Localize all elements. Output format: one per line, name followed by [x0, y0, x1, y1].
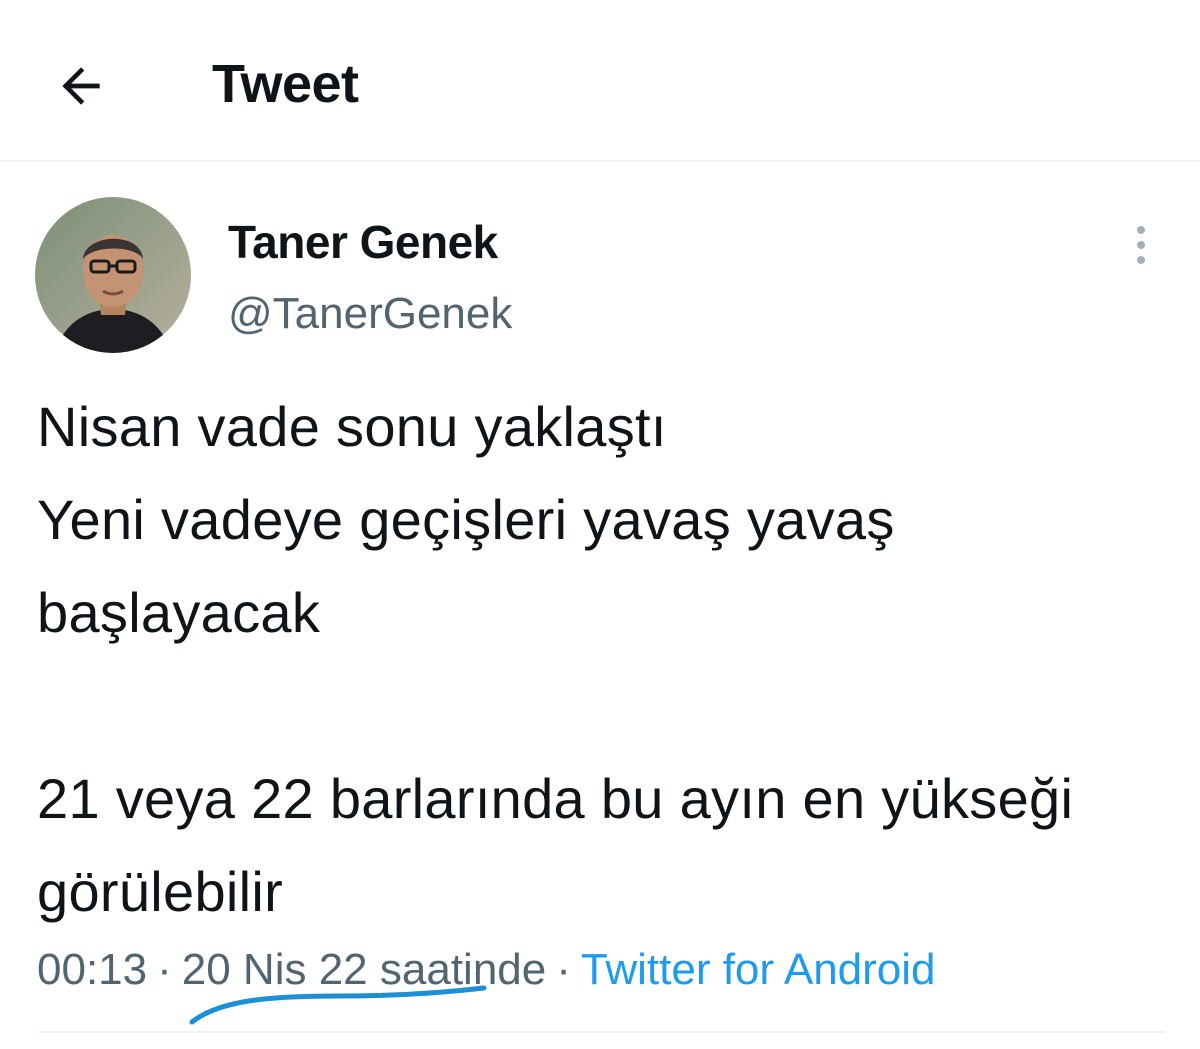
arrow-left-icon [62, 67, 100, 105]
meta-separator: · [157, 945, 172, 994]
author-handle[interactable]: @TanerGenek [228, 286, 512, 342]
tweet-page: Tweet Taner Genek @TanerGenek Nisan vade… [0, 0, 1200, 1049]
back-button[interactable] [50, 55, 112, 117]
page-title: Tweet [212, 54, 359, 114]
more-dot-icon [1137, 241, 1145, 249]
more-dot-icon [1137, 256, 1145, 264]
author-display-name[interactable]: Taner Genek [228, 214, 498, 270]
top-bar: Tweet [0, 0, 1200, 162]
meta-separator: · [556, 945, 571, 994]
avatar[interactable] [35, 197, 191, 353]
more-dot-icon [1137, 226, 1145, 234]
divider [37, 1031, 1165, 1033]
tweet-source-link[interactable]: Twitter for Android [581, 945, 936, 994]
underline-annotation [189, 985, 487, 1025]
tweet-time[interactable]: 00:13 [37, 945, 147, 994]
tweet-text: Nisan vade sonu yaklaştı Yeni vadeye geç… [37, 395, 1074, 923]
more-options-button[interactable] [1118, 222, 1164, 268]
